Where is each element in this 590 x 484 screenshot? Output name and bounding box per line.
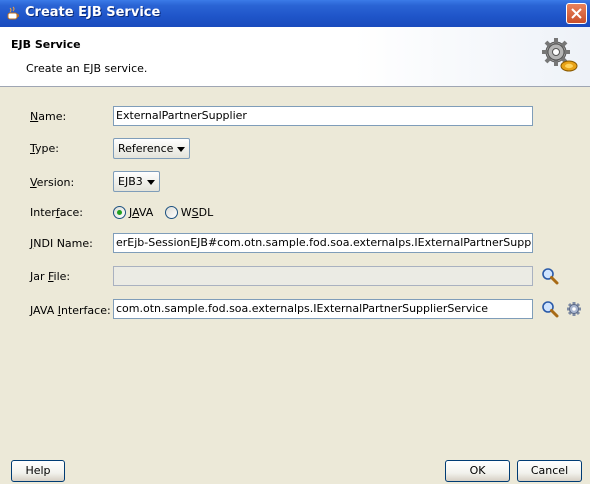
close-icon [571, 8, 582, 19]
create-ejb-service-dialog: Create EJB Service EJB Service Create an… [0, 0, 590, 484]
chevron-down-icon [146, 179, 155, 185]
coffee-cup-icon [6, 6, 21, 21]
close-button[interactable] [566, 3, 587, 24]
jndi-name-label: JNDI Name: [30, 237, 93, 250]
name-field[interactable]: ExternalPartnerSupplier [113, 106, 533, 126]
help-button[interactable]: Help [11, 460, 65, 482]
jar-file-field[interactable] [113, 266, 533, 286]
cancel-button[interactable]: Cancel [517, 460, 582, 482]
ok-button[interactable]: OK [445, 460, 510, 482]
wsdl-radio[interactable]: WSDL [164, 205, 214, 219]
java-radio[interactable]: JAVA [113, 205, 153, 219]
version-label: Version: [30, 176, 75, 189]
window-title: Create EJB Service [25, 5, 161, 20]
form-area: Name: ExternalPartnerSupplier Type: Refe… [0, 88, 590, 448]
java-interface-field[interactable]: com.otn.sample.fod.soa.externalps.IExter… [113, 299, 533, 319]
jndi-name-field[interactable]: erEjb-SessionEJB#com.otn.sample.fod.soa.… [113, 233, 533, 253]
wsdl-radio-label: WSDL [180, 205, 214, 219]
version-dropdown[interactable]: EJB3 [113, 171, 160, 192]
type-dropdown-value: Reference [118, 142, 174, 155]
type-dropdown[interactable]: Reference [113, 138, 191, 159]
interface-label: Interface: [30, 206, 83, 219]
header-title: EJB Service [11, 38, 81, 51]
java-radio-label: JAVA [129, 205, 154, 219]
java-interface-label: JAVA Interface: [30, 304, 111, 317]
type-label: Type: [30, 142, 59, 155]
jar-file-search-icon[interactable] [541, 267, 559, 285]
version-dropdown-value: EJB3 [118, 175, 143, 188]
gears-icon [540, 36, 580, 76]
chevron-down-icon [177, 146, 186, 152]
dialog-header: EJB Service Create an EJB service. [0, 27, 590, 87]
java-interface-search-icon[interactable] [541, 300, 559, 318]
gear-icon[interactable] [566, 301, 584, 319]
header-description: Create an EJB service. [26, 62, 148, 75]
jar-file-label: Jar File: [30, 270, 71, 283]
title-bar[interactable]: Create EJB Service [0, 0, 590, 27]
radio-selected-indicator [113, 205, 126, 219]
name-label: Name: [30, 110, 67, 123]
radio-unselected-indicator [164, 205, 178, 219]
interface-radio-group: JAVA WSDL [113, 205, 213, 219]
